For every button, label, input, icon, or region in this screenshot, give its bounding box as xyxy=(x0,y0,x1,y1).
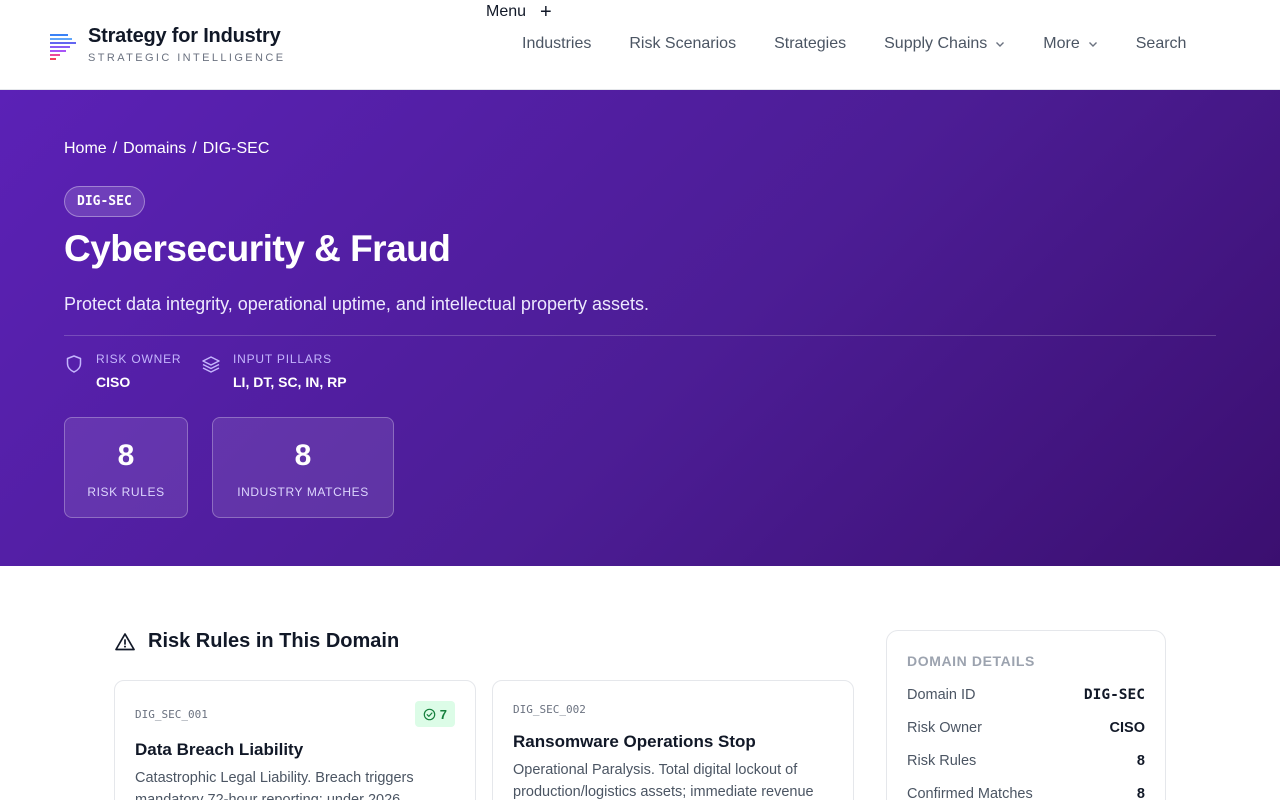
match-count: 7 xyxy=(439,706,447,722)
stat-industry-matches: 8 INDUSTRY MATCHES xyxy=(212,417,394,518)
main-nav: Industries Risk Scenarios Strategies Sup… xyxy=(522,35,1186,53)
detail-key: Risk Rules xyxy=(907,753,977,769)
menu-label: Menu xyxy=(486,3,527,20)
plus-icon: + xyxy=(540,1,552,23)
breadcrumb: Home / Domains / DIG-SEC xyxy=(64,140,275,158)
brand-logo[interactable]: Strategy for Industry STRATEGIC INTELLIG… xyxy=(48,24,285,64)
risk-owner-label: RISK OWNER xyxy=(96,352,182,366)
domain-hero: Home / Domains / DIG-SEC DIG-SEC Cybersecuri… xyxy=(0,90,1280,566)
detail-key: Domain ID xyxy=(907,687,976,703)
breadcrumb-current: DIG-SEC xyxy=(202,140,270,157)
detail-value: 8 xyxy=(1136,753,1145,769)
detail-key: Risk Owner xyxy=(907,720,982,736)
breadcrumb-domains[interactable]: Domains xyxy=(123,140,186,157)
rule-title: Ransomware Operations Stop xyxy=(513,732,756,751)
panel-title: DOMAIN DETAILS xyxy=(907,653,1035,669)
match-count-badge: 7 xyxy=(414,701,455,727)
check-circle-icon xyxy=(423,708,436,720)
site-header: Strategy for Industry STRATEGIC INTELLIG… xyxy=(0,0,1280,90)
detail-value: 8 xyxy=(1136,786,1145,800)
page-title: Cybersecurity & Fraud xyxy=(64,228,451,269)
rule-code: DIG_SEC_001 xyxy=(135,708,208,721)
nav-item-industries[interactable]: Industries xyxy=(522,35,591,53)
section-heading: Risk Rules in This Domain xyxy=(114,630,399,653)
brand-tagline: STRATEGIC INTELLIGENCE xyxy=(88,52,286,64)
layers-icon xyxy=(202,356,220,373)
section-title: Risk Rules in This Domain xyxy=(148,630,400,652)
stat-value: 8 xyxy=(294,439,312,472)
detail-value: CISO xyxy=(1109,720,1145,736)
input-pillars-label: INPUT PILLARS xyxy=(233,352,332,366)
breadcrumb-home[interactable]: Home xyxy=(64,140,107,157)
risk-owner-value: CISO xyxy=(96,374,131,390)
nav-item-risk-scenarios[interactable]: Risk Scenarios xyxy=(629,35,736,53)
warning-triangle-icon xyxy=(115,632,135,650)
chevron-down-icon xyxy=(996,42,1005,47)
domain-code-badge: DIG-SEC xyxy=(64,186,145,217)
breadcrumb-separator: / xyxy=(192,140,197,157)
hero-divider xyxy=(64,335,1216,336)
rule-description: Operational Paralysis. Total digital loc… xyxy=(513,762,814,800)
chevron-down-icon xyxy=(1088,42,1097,47)
page-subtitle: Protect data integrity, operational upti… xyxy=(64,294,649,314)
rule-description: Catastrophic Legal Liability. Breach tri… xyxy=(135,770,414,800)
stat-value: 8 xyxy=(117,439,135,472)
rule-code: DIG_SEC_002 xyxy=(513,703,586,716)
detail-value: DIG-SEC xyxy=(1083,687,1145,703)
detail-row-risk-rules: Risk Rules 8 xyxy=(907,753,1145,769)
nav-item-strategies[interactable]: Strategies xyxy=(774,35,846,53)
breadcrumb-separator: / xyxy=(112,140,118,157)
domain-details-panel: DOMAIN DETAILS Domain ID DIG-SEC Risk Ow… xyxy=(886,630,1166,800)
risk-owner-meta: RISK OWNER CISO xyxy=(64,352,181,390)
menu-toggle-button[interactable]: Menu + xyxy=(486,1,552,23)
detail-key: Confirmed Matches xyxy=(907,786,1033,800)
stat-label: INDUSTRY MATCHES xyxy=(237,485,369,499)
stat-label: RISK RULES xyxy=(87,485,165,499)
input-pillars-meta: INPUT PILLARS LI, DT, SC, IN, RP xyxy=(201,352,347,390)
risk-rule-card[interactable]: DIG_SEC_001 7 Data Breach Liability Cata… xyxy=(114,680,476,800)
rule-title: Data Breach Liability xyxy=(135,740,304,759)
input-pillars-value: LI, DT, SC, IN, RP xyxy=(233,374,347,390)
brand-name: Strategy for Industry xyxy=(88,25,281,47)
shield-icon xyxy=(66,355,82,373)
nav-item-supply-chains[interactable]: Supply Chains xyxy=(884,35,1005,53)
nav-item-search[interactable]: Search xyxy=(1136,35,1187,53)
stat-risk-rules: 8 RISK RULES xyxy=(64,417,188,518)
nav-item-more[interactable]: More xyxy=(1043,35,1097,53)
detail-row-confirmed-matches: Confirmed Matches 8 xyxy=(907,786,1145,800)
logo-bars-icon xyxy=(48,28,80,60)
risk-rule-card[interactable]: DIG_SEC_002 Ransomware Operations Stop O… xyxy=(492,680,854,800)
detail-row-risk-owner: Risk Owner CISO xyxy=(907,720,1145,736)
detail-row-domain-id: Domain ID DIG-SEC xyxy=(907,687,1145,703)
